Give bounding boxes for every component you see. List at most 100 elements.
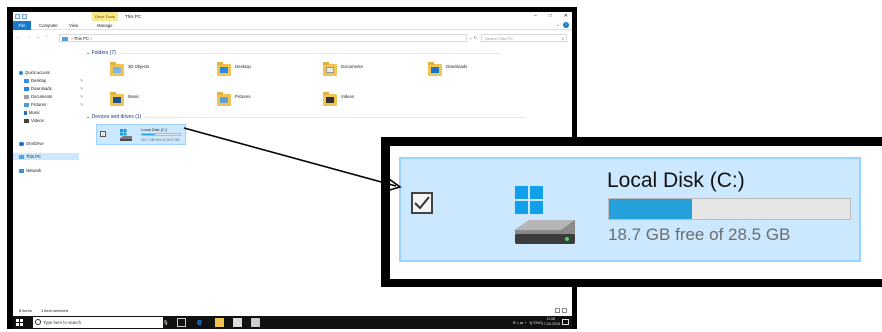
nav-label: Pictures — [31, 102, 47, 107]
tab-view[interactable]: View — [65, 21, 82, 30]
address-bar[interactable]: › This PC › — [59, 34, 467, 42]
drive-free-space: 18.7 GB free of 28.5 GB — [141, 138, 180, 142]
drive-usage-bar — [141, 133, 181, 136]
nav-item-network[interactable]: Network — [19, 167, 41, 174]
screenshot-stage: Drive Tools This PC – □ ✕ File Computer … — [0, 0, 882, 332]
title-bar: Drive Tools This PC – □ ✕ — [13, 12, 572, 21]
folder-pictures[interactable]: Pictures — [217, 90, 251, 114]
nav-label: Network — [26, 168, 42, 173]
file-explorer-icon[interactable] — [215, 318, 224, 327]
folders-group-header[interactable]: ⌄ Folders (7) — [86, 50, 497, 56]
nav-item-desktop[interactable]: Desktop ✎ — [24, 77, 83, 84]
computer-icon — [62, 36, 68, 41]
start-button[interactable] — [16, 319, 23, 326]
computer-icon — [19, 154, 24, 159]
microphone-icon[interactable]: 🎙 — [163, 316, 168, 329]
nav-item-this-pc[interactable]: This PC — [13, 153, 79, 160]
selection-count: 1 item selected — [41, 308, 68, 313]
volume-icon[interactable]: ◁) — [528, 320, 533, 325]
nav-item-documents[interactable]: Documents ✎ — [24, 93, 83, 100]
tab-file[interactable]: File — [13, 21, 31, 30]
taskbar-search-placeholder: Type here to search — [43, 320, 81, 325]
forward-button[interactable]: → — [26, 34, 31, 40]
store-icon[interactable] — [233, 318, 242, 327]
nav-item-onedrive[interactable]: OneDrive — [19, 140, 44, 147]
folder-icon — [110, 62, 124, 76]
close-button[interactable]: ✕ — [564, 12, 568, 21]
chevron-down-icon[interactable]: ⌄ — [36, 34, 40, 40]
window-title: This PC — [125, 14, 142, 19]
expand-ribbon-icon[interactable]: ⌄ — [556, 21, 560, 30]
breadcrumb-separator: › — [90, 36, 92, 41]
status-bar: 8 items 1 item selected — [13, 305, 572, 316]
folder-desktop[interactable]: Desktop — [217, 60, 251, 84]
up-button[interactable]: ↑ — [45, 34, 48, 40]
navigation-pane: Quick access Desktop ✎ Downloads ✎ Docum… — [13, 47, 83, 305]
battery-icon[interactable]: ▭ — [520, 320, 523, 325]
network-icon[interactable]: ◔ — [524, 320, 526, 325]
checkmark-icon — [414, 196, 430, 210]
nav-label: Quick access — [25, 70, 50, 75]
maximize-button[interactable]: □ — [549, 12, 552, 21]
details-view-button[interactable] — [555, 308, 560, 313]
zoomed-drive-tile[interactable]: Local Disk (C:) 18.7 GB free of 28.5 GB — [399, 157, 861, 262]
folder-icon — [217, 92, 231, 106]
drive-tools-context-tab[interactable]: Drive Tools — [92, 12, 118, 21]
folder-documents[interactable]: Documents — [323, 60, 363, 84]
address-history-dropdown[interactable]: ⌄ ↻ — [467, 34, 479, 42]
pictures-icon — [24, 102, 29, 107]
folder-3d-objects[interactable]: 3D Objects — [110, 60, 149, 84]
folder-downloads[interactable]: Downloads — [428, 60, 467, 84]
nav-item-music[interactable]: Music — [24, 109, 40, 116]
folder-icon — [323, 92, 337, 106]
cloud-icon — [19, 141, 24, 146]
taskbar-search-box[interactable]: Type here to search — [33, 317, 163, 328]
folder-icon — [323, 62, 337, 76]
properties-icon[interactable] — [15, 14, 20, 19]
people-icon[interactable]: ጸ — [513, 320, 515, 325]
chevron-up-icon[interactable]: ∧ — [517, 320, 519, 325]
search-placeholder: Search This PC — [485, 36, 513, 41]
breadcrumb-this-pc[interactable]: This PC — [74, 36, 89, 41]
folder-label: 3D Objects — [128, 64, 150, 69]
tab-computer[interactable]: Computer — [35, 21, 62, 30]
nav-item-quick-access[interactable]: Quick access — [19, 69, 50, 76]
system-tray[interactable]: ጸ ∧ ▭ ◔ ◁) ENG — [513, 316, 542, 329]
folder-music[interactable]: Music — [110, 90, 139, 114]
folder-label: Music — [128, 94, 140, 99]
nav-item-pictures[interactable]: Pictures ✎ — [24, 101, 83, 108]
cortana-icon — [35, 319, 41, 325]
zoomed-selection-checkbox[interactable] — [411, 192, 433, 214]
folder-icon — [217, 62, 231, 76]
new-folder-icon[interactable] — [22, 14, 27, 19]
clock[interactable]: 11:58 17-04-2018 — [542, 317, 560, 327]
task-view-icon[interactable] — [177, 318, 186, 327]
back-button[interactable]: ← — [16, 34, 21, 40]
folder-label: Documents — [341, 64, 363, 69]
music-icon — [24, 110, 27, 115]
windows-drive-icon — [120, 129, 132, 141]
selection-checkbox[interactable]: ✓ — [100, 131, 106, 137]
documents-icon — [24, 94, 29, 99]
navigation-buttons: ← → ⌄ ↑ — [16, 34, 48, 40]
drive-usage-fill — [142, 134, 156, 135]
drive-tile-local-disk[interactable]: ✓ Local Disk (C:) 18.7 GB free of 28.5 G… — [96, 124, 186, 145]
nav-item-downloads[interactable]: Downloads ✎ — [24, 85, 83, 92]
zoomed-drive-free-space: 18.7 GB free of 28.5 GB — [608, 225, 791, 244]
edge-browser-icon[interactable]: e — [197, 318, 206, 327]
folder-videos[interactable]: Videos — [323, 90, 354, 114]
search-input[interactable]: Search This PC ⌕ — [481, 34, 567, 42]
clock-date: 17-04-2018 — [541, 322, 560, 326]
address-row: ← → ⌄ ↑ › This PC › ⌄ ↻ Search This PC ⌕ — [13, 31, 572, 45]
quick-access-toolbar[interactable] — [15, 14, 27, 19]
folder-icon — [428, 62, 442, 76]
drives-group-header[interactable]: ⌄ Devices and drives (1) — [86, 114, 529, 120]
tab-manage[interactable]: Manage — [93, 21, 117, 30]
nav-item-videos[interactable]: Videos — [24, 117, 44, 124]
zoomed-drive-usage-fill — [609, 199, 692, 219]
large-icons-view-button[interactable] — [562, 308, 567, 313]
mail-icon[interactable] — [251, 318, 260, 327]
help-icon[interactable]: ? — [563, 22, 569, 28]
minimize-button[interactable]: – — [534, 12, 537, 21]
action-center-icon[interactable] — [562, 319, 569, 325]
